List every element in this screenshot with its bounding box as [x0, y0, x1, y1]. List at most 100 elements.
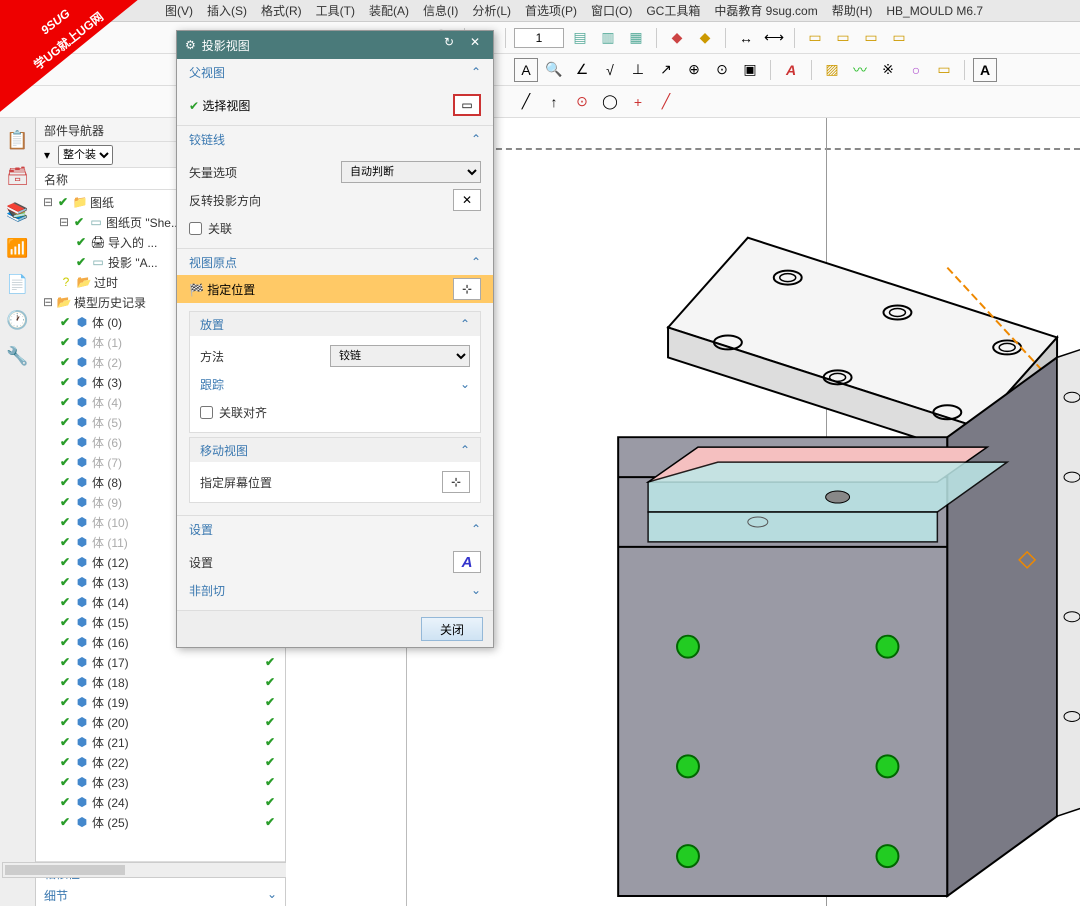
settings-button[interactable]: A	[453, 551, 481, 573]
tree-item[interactable]: ✔⬢体 (17)✔	[38, 652, 283, 672]
dim3-icon[interactable]: ⊥	[626, 58, 650, 82]
menu-tools[interactable]: 工具(T)	[316, 2, 355, 19]
sidebar-wifi-icon[interactable]: 📶	[4, 234, 32, 262]
non-section-label[interactable]: 非剖切	[189, 582, 225, 599]
tool-b-icon[interactable]: ◆	[693, 26, 717, 50]
tool-a-icon[interactable]: ◆	[665, 26, 689, 50]
reverse-dir-button[interactable]: ✕	[453, 189, 481, 211]
view1-icon[interactable]: ▭	[803, 26, 827, 50]
menu-bar: 图(V) 插入(S) 格式(R) 工具(T) 装配(A) 信息(I) 分析(L)…	[0, 0, 1080, 22]
snap5-icon[interactable]: +	[626, 90, 650, 114]
menu-gctools[interactable]: GC工具箱	[646, 2, 700, 19]
gear-icon: ⚙	[185, 38, 196, 52]
close-x-icon[interactable]: ✕	[465, 35, 485, 55]
layers2-icon[interactable]: ▥	[596, 26, 620, 50]
method-select[interactable]: 铰链	[330, 345, 470, 367]
filter-icon[interactable]: ▾	[44, 148, 50, 162]
dim2-icon[interactable]: ⟷	[762, 26, 786, 50]
toolbar-row-1: 💾 🔍 ⛶ ▤ ▥ ▦ ◆ ◆ ↔ ⟷ ▭ ▭ ▭ ▭	[0, 22, 1080, 54]
subsection-move-view[interactable]: 移动视图⌃	[190, 438, 480, 462]
view2-icon[interactable]: ▭	[831, 26, 855, 50]
tree-item[interactable]: ✔⬢体 (20)✔	[38, 712, 283, 732]
section-parent-view[interactable]: 父视图⌃	[177, 59, 493, 85]
curve-icon[interactable]: 〰	[848, 58, 872, 82]
font-icon[interactable]: A	[779, 58, 803, 82]
associate-checkbox[interactable]	[189, 222, 202, 235]
toolbar-row-2: A 🔍 ∠ √ ⊥ ↗ ⊕ ⊙ ▣ A ▨ 〰 ※ ○ ▭ A	[0, 54, 1080, 86]
specify-pos-button[interactable]: ⊹	[453, 278, 481, 300]
chevron-down-icon: ⌄	[267, 887, 277, 903]
surf-icon[interactable]: √	[598, 58, 622, 82]
sidebar-doc-icon[interactable]: 📄	[4, 270, 32, 298]
sym-icon[interactable]: ※	[876, 58, 900, 82]
angle-icon[interactable]: ∠	[570, 58, 594, 82]
snap4-icon[interactable]: ◯	[598, 90, 622, 114]
layers-icon[interactable]: ▤	[568, 26, 592, 50]
menu-insert[interactable]: 插入(S)	[207, 2, 247, 19]
snap3-icon[interactable]: ⊙	[570, 90, 594, 114]
menu-window[interactable]: 窗口(O)	[591, 2, 632, 19]
section-view-origin[interactable]: 视图原点⌃	[177, 249, 493, 275]
tree-item[interactable]: ✔⬢体 (23)✔	[38, 772, 283, 792]
tracking-label[interactable]: 跟踪	[200, 376, 224, 393]
menu-view[interactable]: 图(V)	[165, 2, 193, 19]
text-box-icon[interactable]: A	[973, 58, 997, 82]
sidebar-clock-icon[interactable]: 🕐	[4, 306, 32, 334]
tree-item[interactable]: ✔⬢体 (19)✔	[38, 692, 283, 712]
tree-item[interactable]: ✔⬢体 (25)✔	[38, 812, 283, 832]
sidebar-db-icon[interactable]: 🗃	[4, 162, 32, 190]
tree-item[interactable]: ✔⬢体 (18)✔	[38, 672, 283, 692]
sidebar-books-icon[interactable]: 📚	[4, 198, 32, 226]
menu-analysis[interactable]: 分析(L)	[472, 2, 511, 19]
chevron-up-icon: ⌃	[471, 522, 481, 536]
menu-hbmould[interactable]: HB_MOULD M6.7	[886, 4, 983, 18]
close-button[interactable]: 关闭	[421, 617, 483, 641]
nav-col-name[interactable]: 名称	[44, 171, 68, 186]
view3-icon[interactable]: ▭	[859, 26, 883, 50]
search-icon[interactable]: 🔍	[542, 58, 566, 82]
weld-icon[interactable]: ↗	[654, 58, 678, 82]
snap1-icon[interactable]: ╱	[514, 90, 538, 114]
sidebar-nav-icon[interactable]: 📋	[4, 126, 32, 154]
left-sidebar: 📋 🗃 📚 📶 📄 🕐 🔧	[0, 118, 36, 906]
section-settings[interactable]: 设置⌃	[177, 516, 493, 542]
datum-icon[interactable]: ▣	[738, 58, 762, 82]
menu-assembly[interactable]: 装配(A)	[369, 2, 409, 19]
menu-format[interactable]: 格式(R)	[261, 2, 302, 19]
menu-info[interactable]: 信息(I)	[423, 2, 458, 19]
save-icon[interactable]: 💾	[40, 26, 64, 50]
flag-icon: 🏁	[189, 283, 204, 297]
chevron-up-icon: ⌃	[471, 132, 481, 146]
sheet-icon[interactable]: ▭	[932, 58, 956, 82]
dim-icon[interactable]: ↔	[734, 26, 758, 50]
dialog-title: 投影视图	[202, 37, 433, 54]
menu-prefs[interactable]: 首选项(P)	[525, 2, 577, 19]
snap2-icon[interactable]: ↑	[542, 90, 566, 114]
vector-option-select[interactable]: 自动判断	[341, 161, 481, 183]
menu-edu[interactable]: 中磊教育 9sug.com	[714, 2, 817, 19]
sidebar-wrench-icon[interactable]: 🔧	[4, 342, 32, 370]
filter-select[interactable]: 整个装	[58, 145, 113, 165]
section-hinge-line[interactable]: 铰链线⌃	[177, 126, 493, 152]
nav-detail[interactable]: 细节⌄	[36, 884, 285, 906]
text-a-icon[interactable]: A	[514, 58, 538, 82]
menu-help[interactable]: 帮助(H)	[832, 2, 873, 19]
hatch-icon[interactable]: ▨	[820, 58, 844, 82]
snap6-icon[interactable]: ╱	[654, 90, 678, 114]
target-icon[interactable]: ⊕	[682, 58, 706, 82]
refresh-icon[interactable]: ↻	[439, 35, 459, 55]
specify-pos-label: 指定位置	[207, 283, 255, 297]
toolbar-row-3: ╱ ↑ ⊙ ◯ + ╱	[0, 86, 1080, 118]
select-view-button[interactable]: ▭	[453, 94, 481, 116]
view4-icon[interactable]: ▭	[887, 26, 911, 50]
screen-pos-button[interactable]: ⊹	[442, 471, 470, 493]
tree-item[interactable]: ✔⬢体 (21)✔	[38, 732, 283, 752]
tree-item[interactable]: ✔⬢体 (24)✔	[38, 792, 283, 812]
tree-item[interactable]: ✔⬢体 (22)✔	[38, 752, 283, 772]
balloon-icon[interactable]: ⊙	[710, 58, 734, 82]
scale-input[interactable]	[514, 28, 564, 48]
subsection-placement[interactable]: 放置⌃	[190, 312, 480, 336]
layers3-icon[interactable]: ▦	[624, 26, 648, 50]
circle-icon[interactable]: ○	[904, 58, 928, 82]
assoc-align-checkbox[interactable]	[200, 406, 213, 419]
